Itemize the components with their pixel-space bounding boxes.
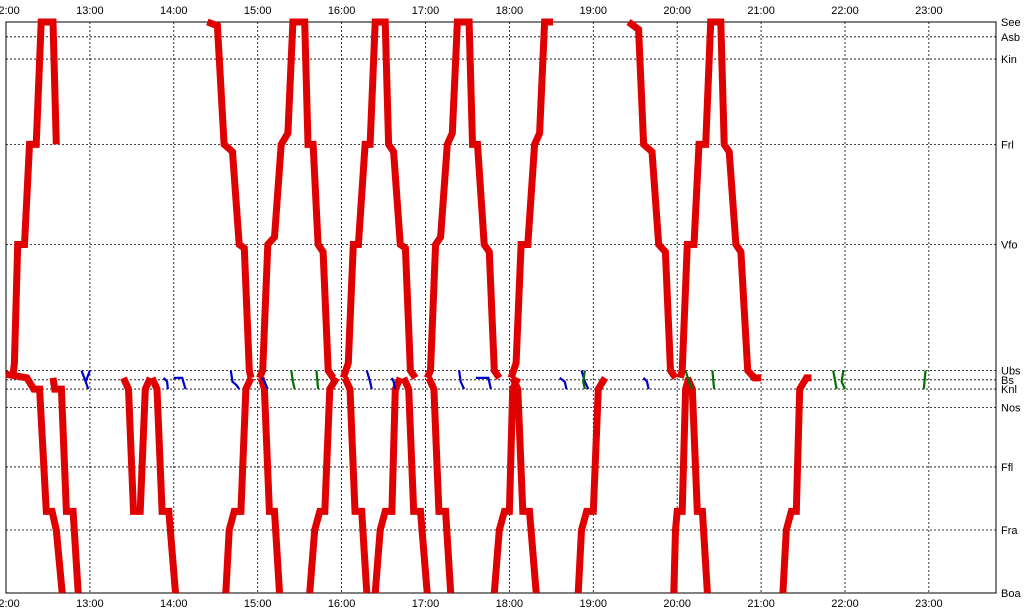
- x-tick-label-bottom: 21:00: [747, 598, 775, 610]
- x-tick-label-bottom: 16:00: [328, 598, 356, 610]
- x-tick-label-top: 13:00: [76, 5, 104, 17]
- station-label: Nos: [1001, 403, 1021, 415]
- station-label: Frl: [1001, 139, 1014, 151]
- x-tick-label-bottom: 13:00: [76, 598, 104, 610]
- x-tick-label-top: 14:00: [160, 5, 188, 17]
- x-tick-label-top: 15:00: [244, 5, 272, 17]
- x-tick-label-top: 22:00: [831, 5, 859, 17]
- x-tick-label-top: 19:00: [580, 5, 608, 17]
- station-label: See: [1001, 17, 1021, 29]
- station-label: Asb: [1001, 32, 1020, 44]
- x-tick-label-bottom: 23:00: [915, 598, 943, 610]
- x-tick-label-bottom: 17:00: [412, 598, 440, 610]
- x-tick-label-bottom: 19:00: [580, 598, 608, 610]
- x-tick-label-top: 18:00: [496, 5, 524, 17]
- station-label: Ffl: [1001, 462, 1013, 474]
- train-graph-chart: 12:00 13:00 14:00 15:00 16:00 17:00 18:00 19:00…: [0, 0, 1024, 611]
- chart-svg: 12:00 13:00 14:00 15:00 16:00 17:00 18:00 19:00…: [0, 0, 1024, 611]
- station-label: Boa: [1001, 588, 1021, 600]
- station-label: Vfo: [1001, 239, 1018, 251]
- x-tick-label-top: 20:00: [663, 5, 691, 17]
- station-label: Knl: [1001, 384, 1017, 396]
- x-tick-label-bottom: 20:00: [663, 598, 691, 610]
- x-tick-label-bottom: 18:00: [496, 598, 524, 610]
- x-tick-label-top: 21:00: [747, 5, 775, 17]
- x-tick-label-top: 16:00: [328, 5, 356, 17]
- station-label: Fra: [1001, 525, 1018, 537]
- x-tick-label-bottom: 15:00: [244, 598, 272, 610]
- chart-background: [0, 0, 1024, 611]
- x-tick-label-top: 17:00: [412, 5, 440, 17]
- x-tick-label-top: 12:00: [0, 5, 20, 17]
- x-tick-label-bottom: 12:00: [0, 598, 20, 610]
- x-tick-label-bottom: 14:00: [160, 598, 188, 610]
- x-tick-label-bottom: 22:00: [831, 598, 859, 610]
- x-tick-label-top: 23:00: [915, 5, 943, 17]
- station-label: Kin: [1001, 54, 1017, 66]
